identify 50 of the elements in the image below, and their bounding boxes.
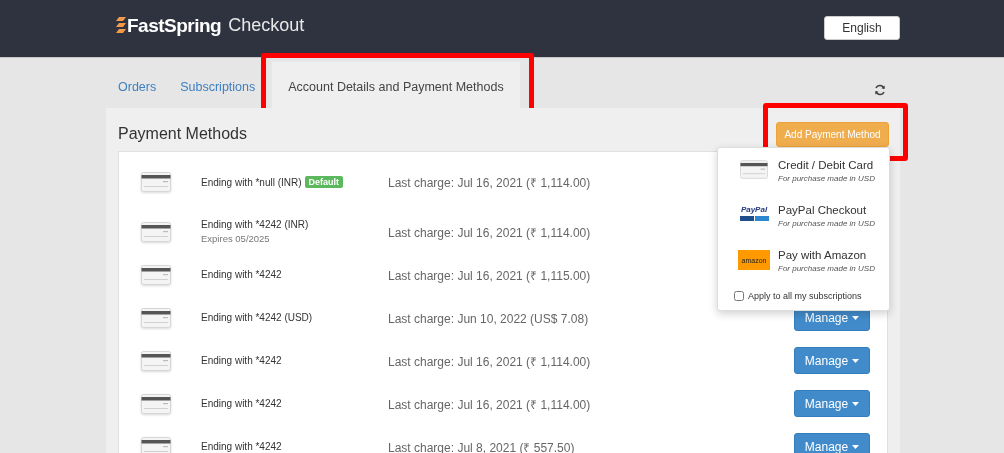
caret-icon xyxy=(852,315,860,320)
card-label: Ending with *4242 xyxy=(201,441,282,452)
tab[interactable]: Orders xyxy=(106,67,169,108)
last-charge: Last charge: Jul 16, 2021 (₹ 1,114.00) xyxy=(388,397,591,412)
option-title: Credit / Debit Card xyxy=(778,159,875,171)
checkbox-label: Apply to all my subscriptions xyxy=(748,291,862,301)
option-note: For purchase made in USD xyxy=(778,219,875,228)
credit-card-icon xyxy=(141,307,171,328)
card-label: Ending with *4242 (INR) xyxy=(201,219,309,230)
default-badge: Default xyxy=(304,176,344,188)
credit-card-icon xyxy=(141,221,171,242)
manage-button[interactable]: Manage xyxy=(794,390,870,417)
refresh-icon[interactable] xyxy=(874,84,886,96)
option-title: PayPal Checkout xyxy=(778,204,868,216)
card-label: Ending with *4242 xyxy=(201,269,282,280)
credit-card-icon xyxy=(740,160,768,179)
credit-card-icon xyxy=(141,172,171,192)
expiry-date: Expires 05/2025 xyxy=(201,233,271,244)
paypal-logo: PayPal xyxy=(739,205,769,238)
tab[interactable]: Subscriptions xyxy=(168,67,268,108)
card-label: Ending with *null (INR) xyxy=(201,176,302,188)
last-charge: Last charge: Jul 16, 2021 (₹ 1,114.00) xyxy=(388,354,591,369)
card-label: Ending with *4242 xyxy=(201,398,282,409)
brand-name: FastSpring xyxy=(127,14,222,37)
checkbox[interactable] xyxy=(734,291,744,301)
section-title: Payment Methods xyxy=(118,123,247,143)
language-button[interactable]: English xyxy=(824,16,900,40)
last-charge: Last charge: Jul 16, 2021 (₹ 1,114.00) xyxy=(388,176,591,190)
manage-button[interactable]: Manage xyxy=(794,347,870,374)
tab[interactable]: Account Details and Payment Methods xyxy=(272,62,520,108)
credit-card-icon xyxy=(141,264,171,285)
last-charge: Last charge: Jul 16, 2021 (₹ 1,114.00) xyxy=(388,225,591,240)
manage-button[interactable]: Manage xyxy=(794,433,870,453)
last-charge: Last charge: Jun 10, 2022 (US$ 7.08) xyxy=(388,311,589,326)
add-payment-method-button[interactable]: Add Payment Method xyxy=(776,121,889,147)
option-title: Pay with Amazon xyxy=(778,249,868,261)
caret-icon xyxy=(852,401,860,406)
credit-card-icon xyxy=(141,393,171,414)
spring-logo-icon xyxy=(116,17,126,34)
last-charge: Last charge: Jul 16, 2021 (₹ 1,115.00) xyxy=(388,268,591,283)
option-note: For purchase made in USD xyxy=(778,174,875,183)
caret-icon xyxy=(852,444,860,449)
caret-icon xyxy=(852,358,860,363)
card-label: Ending with *4242 xyxy=(201,355,282,366)
credit-card-icon xyxy=(141,350,171,371)
option-note: For purchase made in USD xyxy=(778,264,875,273)
payment-option[interactable]: PayPal PayPal Checkout For purchase made in USD xyxy=(718,201,889,246)
product-name: Checkout xyxy=(228,15,305,36)
payment-option[interactable]: Credit / Debit Card For purchase made in USD xyxy=(718,156,889,201)
card-label: Ending with *4242 (USD) xyxy=(201,312,313,323)
